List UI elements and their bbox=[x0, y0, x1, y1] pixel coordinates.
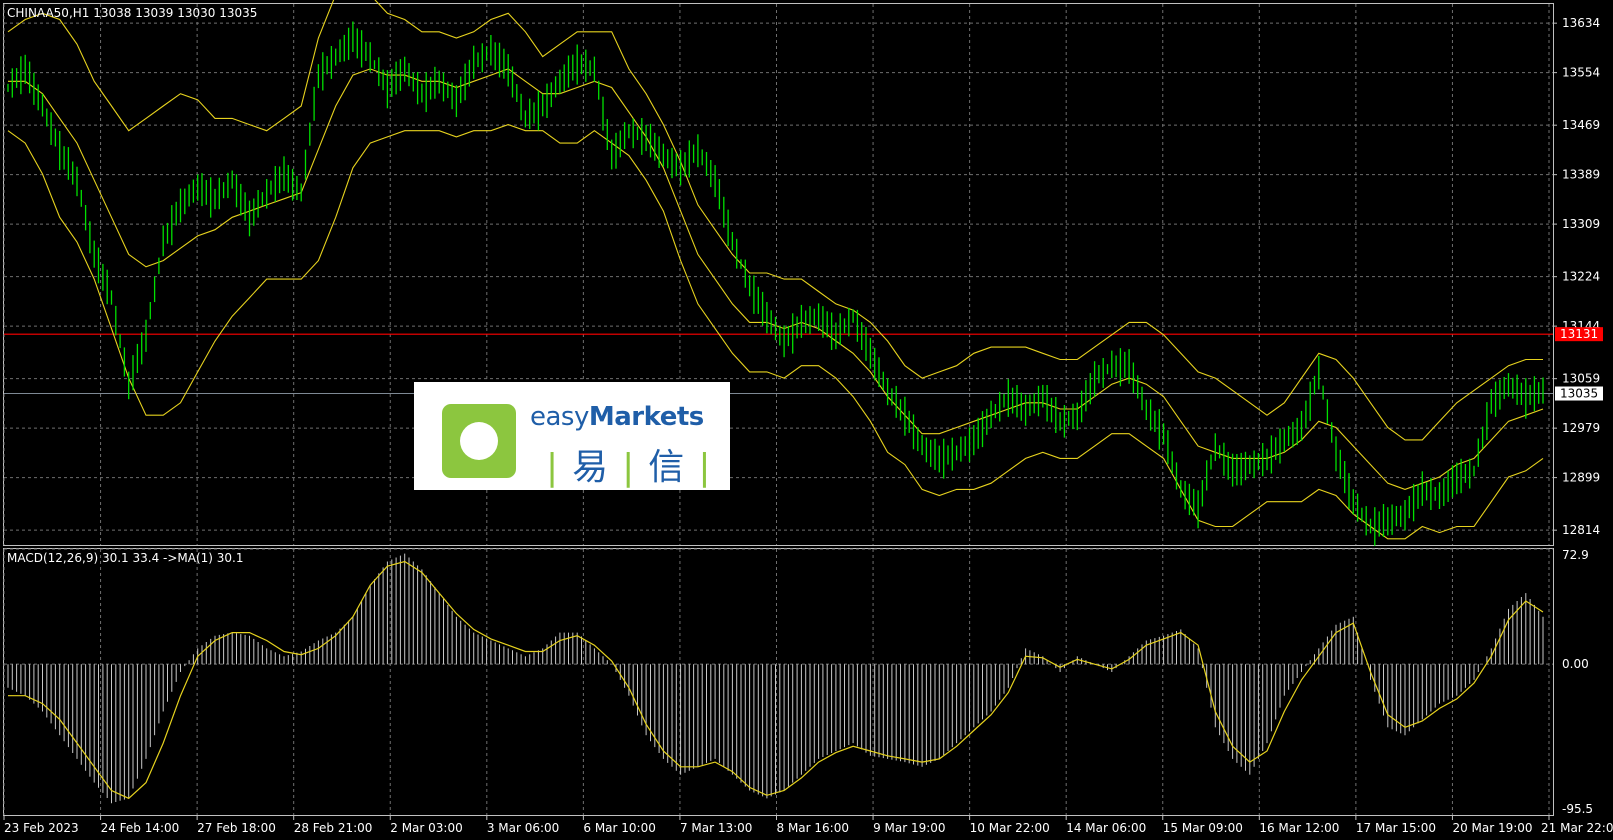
price-tick-label: 13224 bbox=[1562, 270, 1600, 284]
time-tick-label: 9 Mar 19:00 bbox=[873, 821, 946, 835]
logo-wordmark: easyMarkets bbox=[530, 402, 704, 432]
time-tick-label: 21 Mar 22:00 bbox=[1541, 821, 1613, 835]
time-tick-label: 20 Mar 19:00 bbox=[1452, 821, 1532, 835]
time-tick-label: 23 Feb 2023 bbox=[4, 821, 79, 835]
price-tick-label: 13389 bbox=[1562, 168, 1600, 182]
macd-tick-label: 72.9 bbox=[1562, 548, 1589, 562]
price-tick-label: 12814 bbox=[1562, 523, 1600, 537]
price-tick-label: 13059 bbox=[1562, 372, 1600, 386]
level-price-label: 13131 bbox=[1560, 327, 1598, 341]
level-lines bbox=[4, 333, 1553, 394]
bb-mid bbox=[8, 68, 1544, 490]
easymarkets-logo: easyMarkets | 易 | 信 | bbox=[414, 382, 730, 490]
time-tick-label: 10 Mar 22:00 bbox=[970, 821, 1050, 835]
price-series bbox=[7, 21, 1544, 546]
time-axis: 23 Feb 2023 24 Feb 14:00 27 Feb 18:00 28 Fe… bbox=[3, 815, 1613, 835]
macd-panel-frame bbox=[3, 548, 1554, 816]
bb-upper bbox=[7, 0, 1543, 441]
logo-chinese: | 易 | 信 | bbox=[546, 447, 711, 488]
time-tick-label: 14 Mar 06:00 bbox=[1066, 821, 1146, 835]
price-tick-label: 13469 bbox=[1562, 118, 1600, 132]
price-axis: 1363413554134691338913309132241314413059… bbox=[1553, 16, 1603, 537]
macd-axis: 72.9 0.00 -95.5 bbox=[1562, 548, 1593, 816]
macd-histogram bbox=[7, 553, 1544, 804]
time-tick-label: 6 Mar 10:00 bbox=[583, 821, 656, 835]
current-price-label: 13035 bbox=[1560, 387, 1598, 401]
grid bbox=[3, 4, 1553, 815]
price-tick-label: 13309 bbox=[1562, 217, 1600, 231]
bollinger-bands bbox=[7, 0, 1544, 540]
time-tick-label: 16 Mar 12:00 bbox=[1259, 821, 1339, 835]
time-tick-label: 15 Mar 09:00 bbox=[1163, 821, 1243, 835]
price-tick-label: 13554 bbox=[1562, 66, 1600, 80]
symbol-header: CHINAA50,H1 13038 13039 13030 13035 bbox=[7, 6, 257, 20]
price-tick-label: 12979 bbox=[1562, 421, 1600, 435]
time-tick-label: 3 Mar 06:00 bbox=[487, 821, 560, 835]
time-tick-label: 28 Feb 21:00 bbox=[294, 821, 373, 835]
time-tick-label: 7 Mar 13:00 bbox=[680, 821, 753, 835]
time-tick-label: 17 Mar 15:00 bbox=[1356, 821, 1436, 835]
time-tick-label: 24 Feb 14:00 bbox=[101, 821, 180, 835]
time-tick-label: 2 Mar 03:00 bbox=[390, 821, 463, 835]
macd-tick-label: 0.00 bbox=[1562, 657, 1589, 671]
time-tick-label: 27 Feb 18:00 bbox=[197, 821, 276, 835]
trading-chart[interactable]: 1363413554134691338913309132241314413059… bbox=[0, 0, 1613, 840]
price-tick-label: 13634 bbox=[1562, 16, 1600, 30]
time-tick-label: 8 Mar 16:00 bbox=[777, 821, 850, 835]
macd-header: MACD(12,26,9) 30.1 33.4 ->MA(1) 30.1 bbox=[7, 551, 244, 565]
macd-tick-label: -95.5 bbox=[1562, 802, 1593, 816]
main-panel-frame bbox=[3, 3, 1554, 546]
price-tick-label: 12899 bbox=[1562, 471, 1600, 485]
brand-mark-icon bbox=[442, 404, 516, 478]
